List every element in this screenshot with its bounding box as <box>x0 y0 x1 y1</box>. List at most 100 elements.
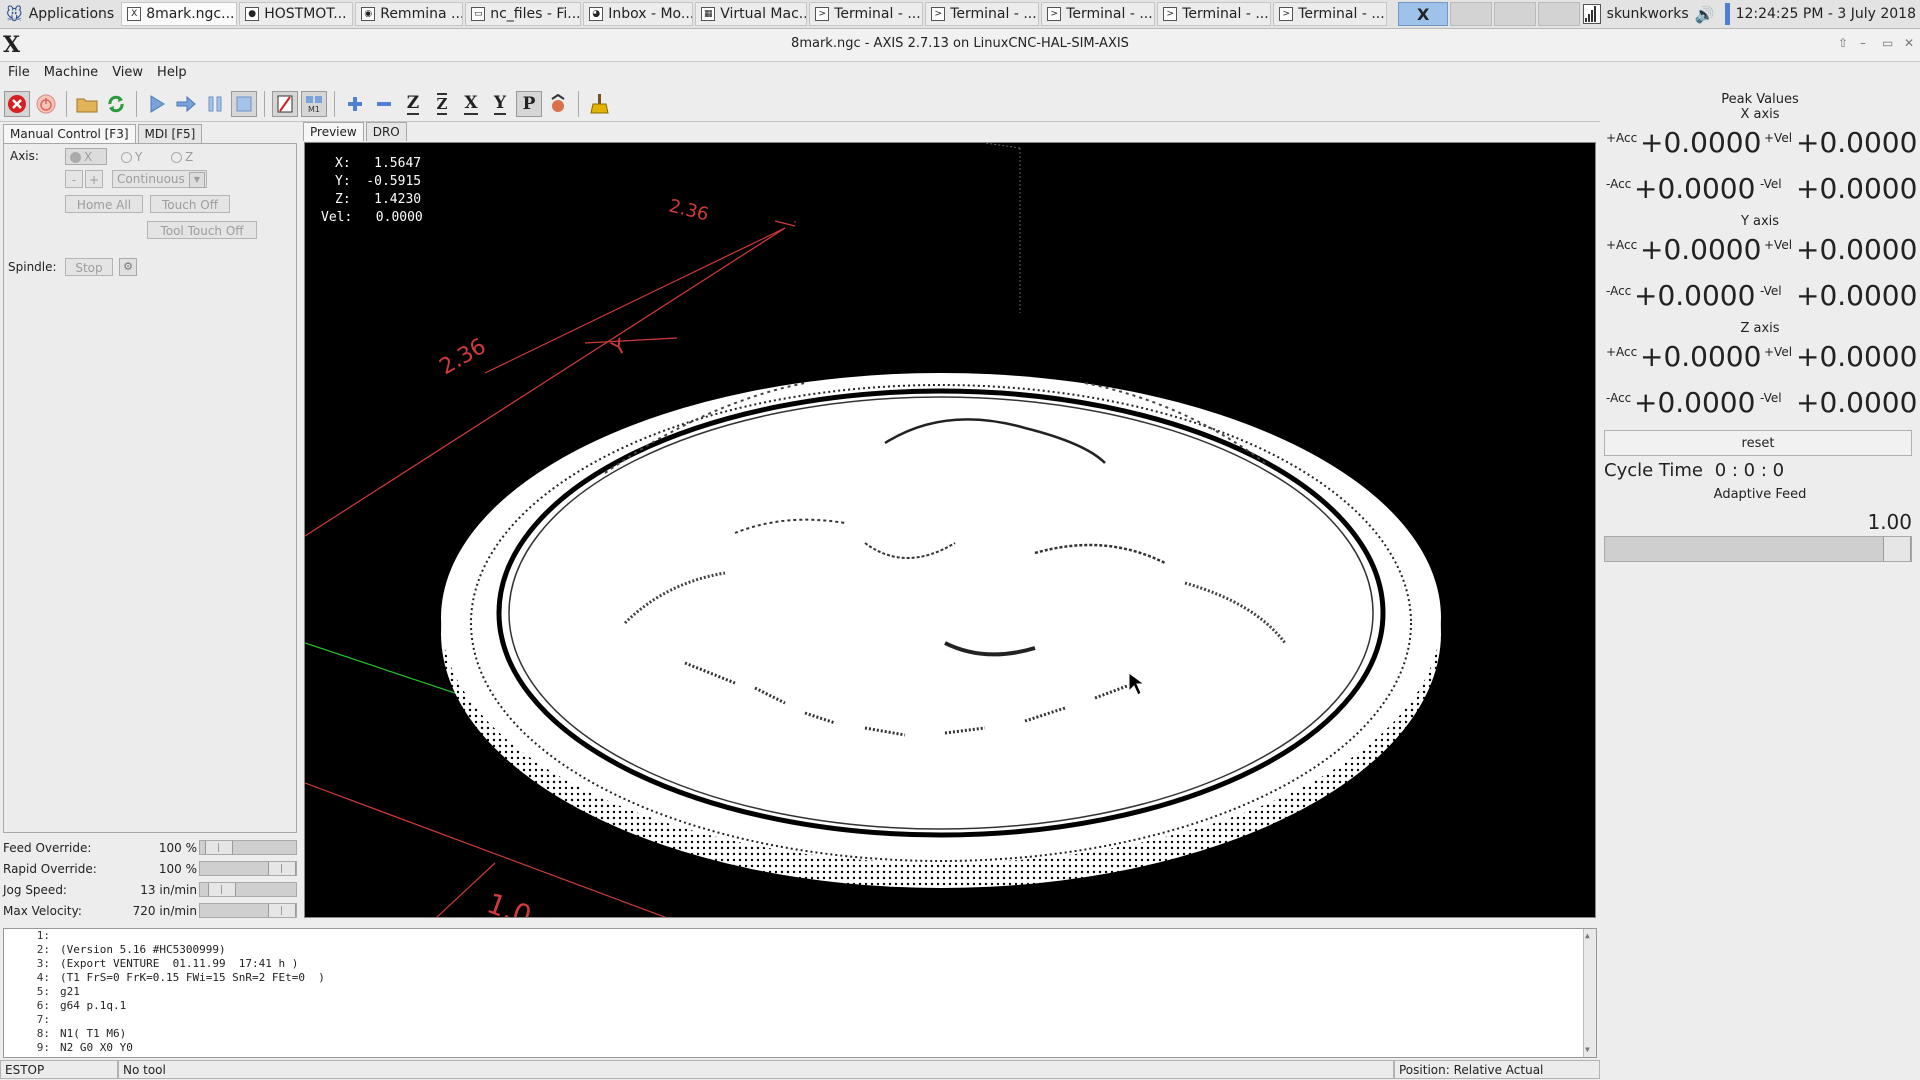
gcode-scrollbar[interactable]: ▲ ▼ <box>1583 929 1596 1057</box>
menu-file[interactable]: File <box>8 65 30 80</box>
window-up-icon[interactable]: ⇧ <box>1838 36 1848 50</box>
touch-off-button[interactable]: Touch Off <box>150 195 230 213</box>
taskbar-task[interactable]: > Terminal - ... <box>1157 2 1272 26</box>
taskbar-task[interactable]: ▭ nc_files - Fi... <box>465 2 582 26</box>
workspace-x-button[interactable]: X <box>1398 2 1449 26</box>
taskbar-task[interactable]: > Terminal - ... <box>1273 2 1388 26</box>
estop-button[interactable] <box>4 90 30 117</box>
taskbar-task[interactable]: ◕ Inbox - Mo... <box>583 2 694 26</box>
view-z-button[interactable]: Z <box>400 91 426 117</box>
peak-pos-row: +Acc +0.0000 +Vel +0.0000 <box>1604 336 1917 382</box>
optional-stop-button[interactable]: M1 <box>301 90 327 117</box>
tab-dro[interactable]: DRO <box>365 122 407 141</box>
run-button[interactable] <box>144 91 170 117</box>
gcode-line[interactable]: 8: N1( T1 M6) <box>4 1027 1596 1041</box>
taskbar-task[interactable]: > Terminal - ... <box>1041 2 1156 26</box>
workspace-2-button[interactable] <box>1450 2 1493 26</box>
close-icon[interactable]: ✕ <box>1904 36 1914 50</box>
slider-label: Rapid Override: <box>3 862 97 876</box>
gcode-line[interactable]: 9: N2 G0 X0 Y0 <box>4 1041 1596 1055</box>
reset-button[interactable]: reset <box>1604 430 1912 456</box>
minimize-icon[interactable]: – <box>1860 36 1866 50</box>
view-z2-icon: Z <box>436 92 448 115</box>
tab-mdi[interactable]: MDI [F5] <box>137 124 203 143</box>
slider-thumb[interactable] <box>268 904 296 917</box>
jog-plus-button[interactable]: + <box>85 170 103 188</box>
taskbar-task[interactable]: ◉ Remmina ... <box>355 2 464 26</box>
gcode-line[interactable]: 6: g64 p.1q.1 <box>4 999 1596 1013</box>
slider-track[interactable] <box>199 840 297 855</box>
view-y-button[interactable]: Y <box>487 91 513 117</box>
gcode-line[interactable]: 3: (Export VENTURE 01.11.99 17:41 h ) <box>4 957 1596 971</box>
gcode-line[interactable]: 2: (Version 5.16 #HC5300999) <box>4 943 1596 957</box>
dimension-tick <box>774 220 796 227</box>
manual-control-panel: Axis: X Y Z - + Continuous ▼ Home All To… <box>3 143 297 833</box>
open-file-button[interactable] <box>74 91 100 117</box>
adaptive-feed-thumb[interactable] <box>1883 537 1911 561</box>
override-slider-row: Feed Override: 100 % <box>3 838 297 858</box>
zoom-in-button[interactable] <box>342 91 368 117</box>
task-label: HOSTMOT... <box>264 6 347 22</box>
spindle-stop-button[interactable]: Stop <box>65 258 113 276</box>
scroll-down-icon[interactable]: ▼ <box>1585 1043 1590 1057</box>
view-perspective-button[interactable]: P <box>516 90 542 117</box>
zoom-out-button[interactable] <box>371 91 397 117</box>
network-graph-icon[interactable] <box>1582 4 1601 24</box>
gcode-line[interactable]: 7: <box>4 1013 1596 1027</box>
task-app-icon: ▭ <box>471 7 486 21</box>
axis-radio-x[interactable]: X <box>65 148 107 165</box>
step-button[interactable] <box>173 91 199 117</box>
applications-menu[interactable]: 🐭 Applications <box>0 0 120 28</box>
taskbar-task[interactable]: ● HOSTMOT... <box>239 2 354 26</box>
menu-help[interactable]: Help <box>157 65 187 80</box>
jog-minus-button[interactable]: - <box>65 170 83 188</box>
taskbar-task[interactable]: > Terminal - ... <box>809 2 924 26</box>
toolbar-separator <box>264 90 265 117</box>
block-delete-button[interactable] <box>272 90 298 117</box>
scroll-up-icon[interactable]: ▲ <box>1585 929 1590 943</box>
reload-button[interactable] <box>103 91 129 117</box>
taskbar-task[interactable]: > Terminal - ... <box>925 2 1040 26</box>
slider-thumb[interactable] <box>205 841 233 854</box>
jog-mode-value: Continuous <box>117 172 185 186</box>
home-all-button[interactable]: Home All <box>65 195 143 213</box>
menu-view[interactable]: View <box>112 65 143 80</box>
axis-radio-z[interactable]: Z <box>171 150 193 164</box>
jog-increment-select[interactable]: Continuous ▼ <box>112 170 207 188</box>
gcode-line-number: 4: <box>36 971 50 984</box>
window-titlebar: X 8mark.ngc - AXIS 2.7.13 on LinuxCNC-HA… <box>0 29 1920 62</box>
gcode-line[interactable]: 5: g21 <box>4 985 1596 999</box>
tool-touch-off-button[interactable]: Tool Touch Off <box>147 221 257 239</box>
slider-track[interactable] <box>199 903 297 918</box>
workspace-4-button[interactable] <box>1538 2 1581 26</box>
spindle-brake-button[interactable]: ⚙ <box>119 258 137 276</box>
gcode-line[interactable]: 1: <box>4 929 1596 943</box>
tab-preview[interactable]: Preview <box>303 122 364 141</box>
view-x-button[interactable]: X <box>458 91 484 117</box>
slider-track[interactable] <box>199 861 297 876</box>
view-z2-button[interactable]: Z <box>429 91 455 117</box>
preview-canvas[interactable]: 2.36 2.36 Y 1.0 X: 1.5647 Y: -0.5915 Z: 1.… <box>304 142 1596 918</box>
tab-manual-control[interactable]: Manual Control [F3] <box>3 124 136 143</box>
maximize-icon[interactable]: ▭ <box>1882 36 1893 50</box>
machine-power-button[interactable] <box>33 91 59 117</box>
slider-track[interactable] <box>199 882 297 897</box>
rotate-view-button[interactable] <box>545 91 571 117</box>
gcode-line-number: 3: <box>36 957 50 970</box>
gcode-listing[interactable]: 1: 2: (Version 5.16 #HC5300999) 3: (Export V… <box>3 928 1597 1058</box>
pause-button[interactable] <box>202 91 228 117</box>
clear-backplot-button[interactable] <box>586 91 612 117</box>
stop-button[interactable] <box>231 90 257 117</box>
taskbar-task[interactable]: X 8mark.ngc... <box>121 2 238 26</box>
axis-radio-y[interactable]: Y <box>121 150 142 164</box>
menu-machine[interactable]: Machine <box>44 65 98 80</box>
workspace-3-button[interactable] <box>1494 2 1537 26</box>
gcode-line[interactable]: 4: (T1 FrS=0 FrK=0.15 FWi=15 SnR=2 FEt=0 … <box>4 971 1596 985</box>
zoom-in-icon <box>348 96 362 111</box>
clock[interactable]: 12:24:25 PM - 3 July 2018 <box>1736 6 1916 22</box>
slider-thumb[interactable] <box>208 883 236 896</box>
adaptive-feed-slider[interactable] <box>1604 536 1912 562</box>
taskbar-task[interactable]: ▦ Virtual Mac... <box>695 2 808 26</box>
slider-thumb[interactable] <box>268 862 296 875</box>
volume-icon[interactable]: 🔊 <box>1695 5 1715 24</box>
